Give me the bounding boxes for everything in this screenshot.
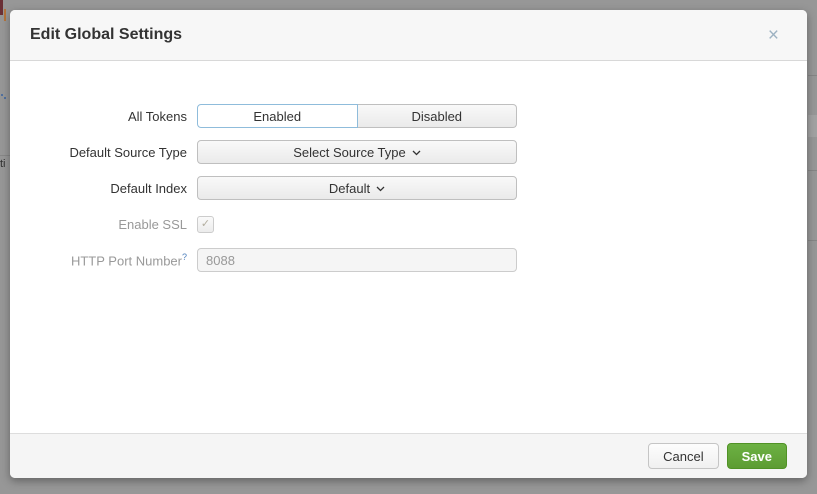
help-icon: ? xyxy=(182,252,187,262)
http-port-label: HTTP Port Number? xyxy=(10,252,197,268)
backdrop-divider xyxy=(808,170,817,171)
all-tokens-disabled-button[interactable]: Disabled xyxy=(358,104,518,128)
all-tokens-label: All Tokens xyxy=(10,109,197,124)
backdrop-dot xyxy=(4,97,6,99)
default-source-type-value: Select Source Type xyxy=(293,145,406,160)
dialog-body: All Tokens Enabled Disabled Default Sour… xyxy=(10,61,807,433)
backdrop-divider xyxy=(808,240,817,241)
default-index-value: Default xyxy=(329,181,370,196)
backdrop-dot xyxy=(1,94,3,96)
form-row-all-tokens: All Tokens Enabled Disabled xyxy=(10,104,807,128)
all-tokens-enabled-button[interactable]: Enabled xyxy=(197,104,358,128)
checkmark-icon: ✓ xyxy=(201,219,210,230)
edit-global-settings-dialog: Edit Global Settings × All Tokens Enable… xyxy=(10,10,807,478)
backdrop-divider xyxy=(0,155,10,156)
dialog-header: Edit Global Settings × xyxy=(10,10,807,61)
backdrop-text-fragment: ti xyxy=(0,158,10,172)
default-index-dropdown[interactable]: Default xyxy=(197,176,517,200)
default-source-type-label: Default Source Type xyxy=(10,145,197,160)
form-row-default-source-type: Default Source Type Select Source Type xyxy=(10,140,807,164)
default-source-type-dropdown[interactable]: Select Source Type xyxy=(197,140,517,164)
form-row-enable-ssl: Enable SSL ✓ xyxy=(10,212,807,236)
dialog-title: Edit Global Settings xyxy=(30,26,182,44)
enable-ssl-checkbox: ✓ xyxy=(197,216,214,233)
form-row-default-index: Default Index Default xyxy=(10,176,807,200)
all-tokens-toggle: Enabled Disabled xyxy=(197,104,517,128)
backdrop-divider xyxy=(808,75,817,76)
backdrop-red-fragment xyxy=(0,0,3,15)
close-icon[interactable]: × xyxy=(768,26,779,45)
http-port-input xyxy=(197,248,517,272)
enable-ssl-label: Enable SSL xyxy=(10,217,197,232)
chevron-down-icon xyxy=(376,186,385,192)
form-row-http-port: HTTP Port Number? xyxy=(10,248,807,272)
cancel-button[interactable]: Cancel xyxy=(648,443,718,469)
default-index-label: Default Index xyxy=(10,181,197,196)
save-button[interactable]: Save xyxy=(727,443,787,469)
chevron-down-icon xyxy=(412,150,421,156)
dialog-footer: Cancel Save xyxy=(10,433,807,478)
backdrop-orange-fragment xyxy=(4,9,6,21)
backdrop-box-fragment xyxy=(808,115,817,137)
